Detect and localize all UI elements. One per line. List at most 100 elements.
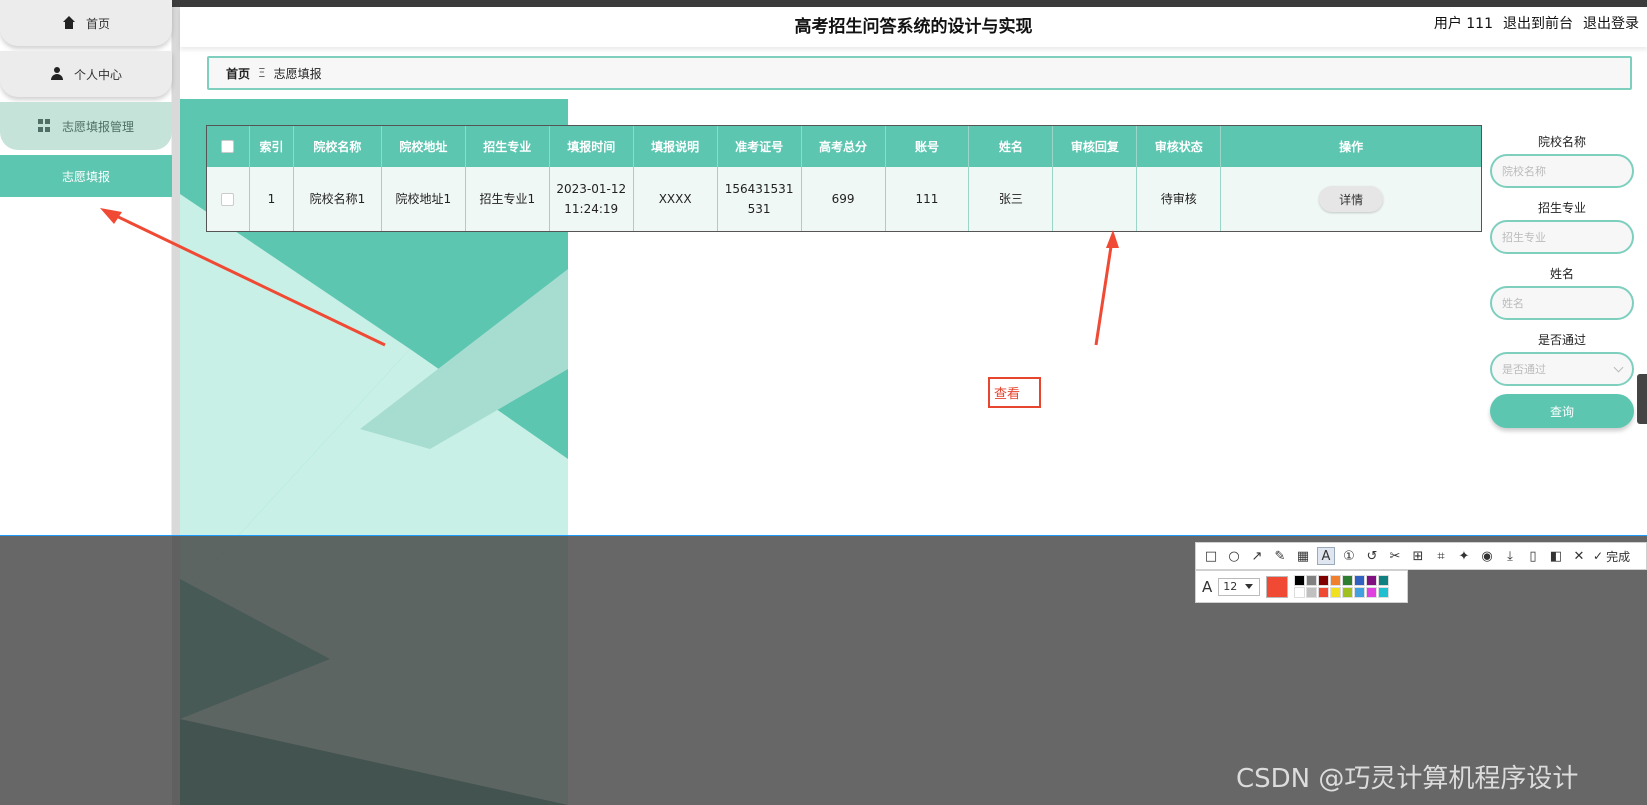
close-icon[interactable]: ✕ xyxy=(1570,547,1588,565)
major-label: 招生专业 xyxy=(1537,201,1586,215)
cell-major: 招生专业1 xyxy=(466,167,550,231)
table-row: 1 院校名称1 院校地址1 招生专业1 2023-01-12 11:24:19 … xyxy=(207,167,1481,231)
column-header[interactable]: 姓名 xyxy=(969,126,1054,167)
major-input[interactable]: 招生专业 xyxy=(1490,220,1634,254)
side-drawer-handle[interactable] xyxy=(1637,374,1647,424)
color-swatch[interactable] xyxy=(1342,575,1354,586)
pin-icon[interactable]: ✦ xyxy=(1455,547,1473,565)
text-tool-icon[interactable]: A xyxy=(1317,547,1335,565)
column-header: 操作 xyxy=(1339,139,1364,154)
arrow-tool-icon[interactable]: ↗ xyxy=(1248,547,1266,565)
sidebar-item-application[interactable]: 志愿填报 xyxy=(0,155,172,197)
column-header[interactable]: 填报时间 xyxy=(550,126,634,167)
user-icon xyxy=(50,67,64,81)
color-swatch[interactable] xyxy=(1306,587,1318,598)
sidebar-item-label: 志愿填报管理 xyxy=(61,119,134,134)
color-palette xyxy=(1294,575,1390,598)
pass-status-label: 是否通过 xyxy=(1537,333,1586,347)
download-icon[interactable]: ⤓ xyxy=(1501,547,1519,565)
color-swatch[interactable] xyxy=(1330,587,1342,598)
header-user-links: 用户 111 退出到前台 退出登录 xyxy=(1434,13,1639,33)
color-swatch[interactable] xyxy=(1366,587,1378,598)
mosaic-tool-icon[interactable]: ▦ xyxy=(1294,547,1312,565)
sidebar-item-home[interactable]: 首页 xyxy=(0,0,172,46)
column-header[interactable]: 审核状态 xyxy=(1137,126,1222,167)
color-swatch[interactable] xyxy=(1318,575,1330,586)
pass-status-select[interactable]: 是否通过 xyxy=(1490,352,1634,386)
column-header[interactable]: 院校地址 xyxy=(382,126,466,167)
color-swatch[interactable] xyxy=(1378,575,1390,586)
breadcrumb-separator: Ξ xyxy=(258,66,266,80)
school-name-label: 院校名称 xyxy=(1537,135,1586,149)
cell-total-score: 699 xyxy=(802,167,886,231)
sidebar-item-personal-center[interactable]: 个人中心 xyxy=(0,51,172,97)
font-size-value: 12 xyxy=(1223,580,1238,593)
column-header[interactable]: 高考总分 xyxy=(802,126,886,167)
undo-icon[interactable]: ↺ xyxy=(1363,547,1381,565)
back-to-front-link[interactable]: 退出到前台 xyxy=(1503,13,1573,33)
cell-index: 1 xyxy=(250,167,294,231)
color-swatch[interactable] xyxy=(1354,575,1366,586)
cell-school-name: 院校名称1 xyxy=(294,167,382,231)
query-button[interactable]: 查询 xyxy=(1490,394,1634,428)
color-swatch[interactable] xyxy=(1294,587,1306,598)
text-style-toolbar: A 12 xyxy=(1195,570,1408,603)
color-swatch[interactable] xyxy=(1354,587,1366,598)
top-header: 高考招生问答系统的设计与实现 用户 111 退出到前台 退出登录 xyxy=(180,7,1647,47)
breadcrumb-current: 志愿填报 xyxy=(273,66,322,81)
translate-icon[interactable]: ⌗ xyxy=(1432,547,1450,565)
row-select-cell xyxy=(207,167,250,231)
color-swatch[interactable] xyxy=(1306,575,1318,586)
column-header[interactable]: 准考证号 xyxy=(718,126,802,167)
record-icon[interactable]: ◉ xyxy=(1478,547,1496,565)
font-size-select[interactable]: 12 xyxy=(1218,577,1261,596)
color-swatch[interactable] xyxy=(1330,575,1342,586)
pass-status-placeholder: 是否通过 xyxy=(1502,363,1546,376)
color-swatch[interactable] xyxy=(1318,587,1330,598)
name-input[interactable]: 姓名 xyxy=(1490,286,1634,320)
column-header[interactable]: 账号 xyxy=(886,126,970,167)
grid-icon xyxy=(37,119,52,133)
home-icon xyxy=(62,16,76,30)
school-name-input[interactable]: 院校名称 xyxy=(1490,154,1634,188)
ocr-icon[interactable]: ⊞ xyxy=(1409,547,1427,565)
rectangle-tool-icon[interactable]: □ xyxy=(1202,547,1220,565)
cell-fill-note: XXXX xyxy=(634,167,718,231)
sidebar-item-application-management[interactable]: 志愿填报管理 xyxy=(0,102,172,150)
bookmark-icon[interactable]: ◧ xyxy=(1547,547,1565,565)
cell-exam-number: 156431531531 xyxy=(718,167,802,231)
breadcrumb: 首页 Ξ 志愿填报 xyxy=(207,56,1632,90)
column-header[interactable]: 招生专业 xyxy=(466,126,550,167)
sidebar-item-label: 个人中心 xyxy=(73,67,122,82)
color-swatch[interactable] xyxy=(1342,587,1354,598)
cell-review-status: 待审核 xyxy=(1137,167,1222,231)
done-label: 完成 xyxy=(1606,549,1631,564)
sidebar-item-label: 首页 xyxy=(85,16,110,31)
color-swatch[interactable] xyxy=(1294,575,1306,586)
column-header[interactable]: 索引 xyxy=(250,126,294,167)
select-all-checkbox[interactable] xyxy=(221,140,235,153)
column-header[interactable]: 填报说明 xyxy=(634,126,718,167)
row-checkbox[interactable] xyxy=(221,192,235,206)
select-all-cell xyxy=(207,126,250,167)
window-top-strip xyxy=(0,0,1647,7)
name-label: 姓名 xyxy=(1549,267,1574,281)
cell-school-address: 院校地址1 xyxy=(382,167,466,231)
detail-button[interactable]: 详情 xyxy=(1319,186,1384,212)
breadcrumb-home[interactable]: 首页 xyxy=(226,65,250,82)
ellipse-tool-icon[interactable]: ○ xyxy=(1225,547,1243,565)
annotation-text-box[interactable]: 查看 xyxy=(988,377,1041,408)
logout-link[interactable]: 退出登录 xyxy=(1583,13,1639,33)
cell-fill-time: 2023-01-12 11:24:19 xyxy=(550,167,634,231)
current-color-swatch[interactable] xyxy=(1266,575,1289,598)
done-button[interactable]: ✓ 完成 xyxy=(1593,548,1630,565)
crop-icon[interactable]: ✂ xyxy=(1386,547,1404,565)
color-swatch[interactable] xyxy=(1378,587,1390,598)
watermark: CSDN @巧灵计算机程序设计 xyxy=(1236,764,1579,794)
number-tool-icon[interactable]: ① xyxy=(1340,547,1358,565)
color-swatch[interactable] xyxy=(1366,575,1378,586)
column-header[interactable]: 审核回复 xyxy=(1053,126,1138,167)
pen-tool-icon[interactable]: ✎ xyxy=(1271,547,1289,565)
phone-icon[interactable]: ▯ xyxy=(1524,547,1542,565)
column-header[interactable]: 院校名称 xyxy=(294,126,382,167)
